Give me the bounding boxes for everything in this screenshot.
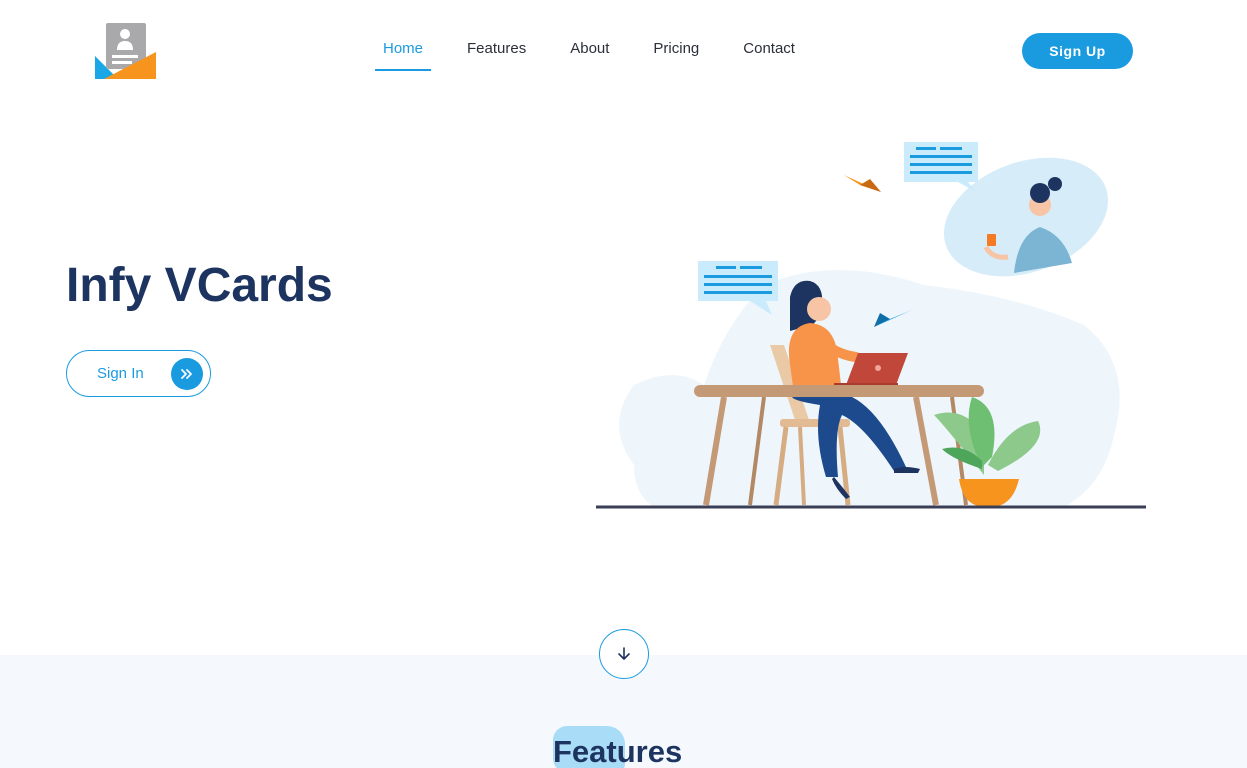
vcard-logo-icon[interactable]	[94, 22, 158, 80]
nav-contact[interactable]: Contact	[743, 30, 795, 71]
nav-features[interactable]: Features	[467, 30, 526, 71]
nav-about[interactable]: About	[570, 30, 609, 71]
main-nav: Home Features About Pricing Contact	[374, 30, 839, 71]
signin-label: Sign In	[97, 365, 144, 382]
arrow-down-icon	[618, 647, 630, 660]
hero-title: Infy VCards	[66, 259, 333, 312]
woman-at-laptop-video-call-illustration	[596, 142, 1146, 509]
scroll-down-button[interactable]	[599, 629, 649, 679]
signin-button[interactable]: Sign In	[66, 350, 211, 397]
signup-button[interactable]: Sign Up	[1022, 33, 1133, 69]
nav-pricing[interactable]: Pricing	[653, 30, 699, 71]
double-chevron-right-icon	[171, 358, 203, 390]
features-heading: Features	[553, 734, 683, 768]
landing-page: Home Features About Pricing Contact Sign…	[0, 0, 1247, 768]
nav-home[interactable]: Home	[374, 30, 432, 71]
